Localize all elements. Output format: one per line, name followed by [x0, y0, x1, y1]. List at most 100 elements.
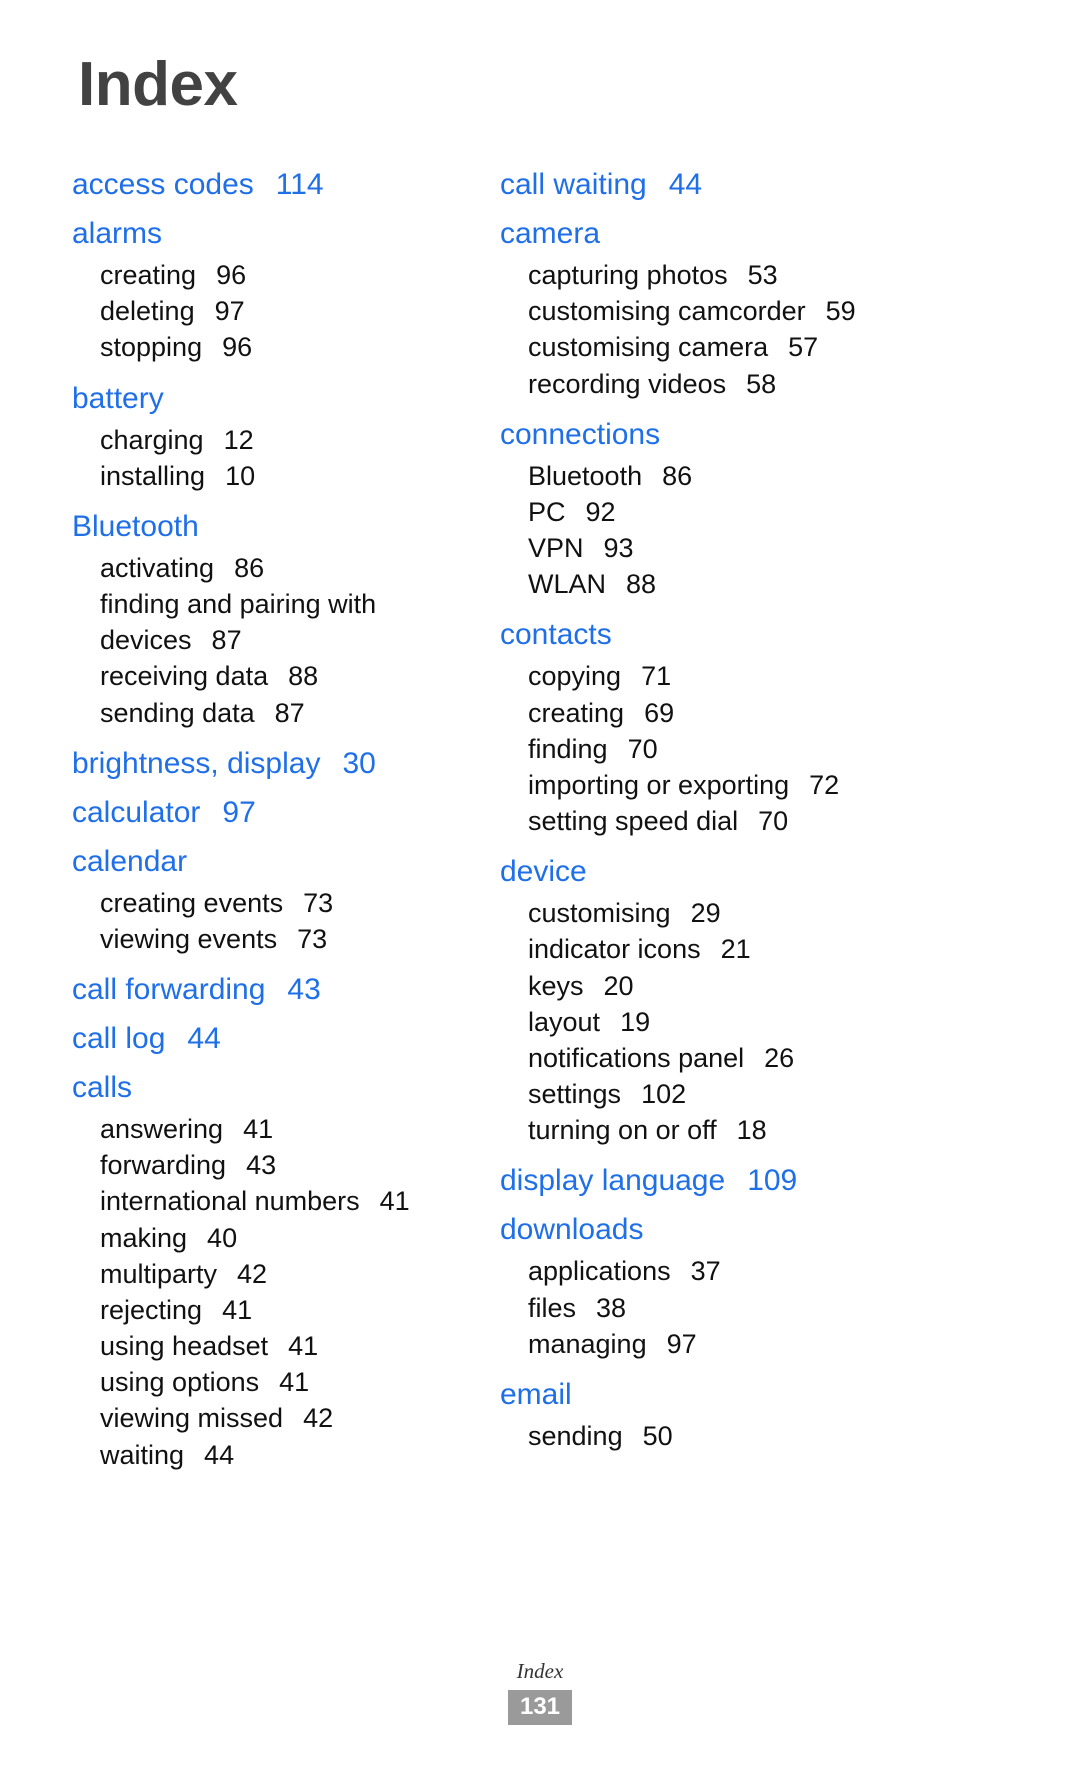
index-subentry[interactable]: stopping 96 [72, 329, 492, 365]
index-subentry[interactable]: answering 41 [72, 1111, 492, 1147]
index-subentry[interactable]: settings 102 [500, 1076, 920, 1112]
index-entry-label: calculator [72, 795, 201, 829]
index-entry-heading[interactable]: Bluetooth [72, 504, 492, 549]
index-subentry-page: 57 [788, 332, 819, 363]
index-subentry[interactable]: files 38 [500, 1290, 920, 1326]
index-subentry[interactable]: viewing events 73 [72, 921, 492, 957]
index-subentry[interactable]: WLAN 88 [500, 566, 920, 602]
index-subentry-list: applications 37 files 38 managing 97 [500, 1253, 920, 1362]
index-entry-heading[interactable]: downloads [500, 1207, 920, 1252]
index-subentry-page: 86 [662, 460, 693, 491]
index-subentry-label: deleting [100, 296, 195, 327]
index-subentry-list: charging 12 installing 10 [72, 422, 492, 494]
index-subentry[interactable]: creating 96 [72, 257, 492, 293]
index-subentry-page: 29 [690, 898, 721, 929]
index-group: display language 109 [500, 1158, 920, 1203]
page-footer: Index 131 [0, 1659, 1080, 1725]
index-subentry-label: using options [100, 1367, 260, 1398]
index-subentry[interactable]: receiving data 88 [72, 658, 492, 694]
index-subentry[interactable]: sending 50 [500, 1418, 920, 1454]
index-subentry[interactable]: customising camera 57 [500, 329, 920, 365]
index-subentry[interactable]: forwarding 43 [72, 1147, 492, 1183]
index-subentry[interactable]: setting speed dial 70 [500, 803, 920, 839]
index-entry-label: Bluetooth [72, 509, 199, 543]
index-subentry-page: 87 [274, 697, 305, 728]
index-subentry[interactable]: using options 41 [72, 1364, 492, 1400]
index-subentry[interactable]: making 40 [72, 1220, 492, 1256]
index-subentry[interactable]: managing 97 [500, 1326, 920, 1362]
index-subentry[interactable]: international numbers 41 [72, 1183, 492, 1219]
index-entry-label: call forwarding [72, 973, 266, 1007]
index-subentry-page: 72 [809, 769, 840, 800]
index-entry-heading[interactable]: device [500, 849, 920, 894]
index-subentry[interactable]: multiparty 42 [72, 1256, 492, 1292]
index-subentry[interactable]: activating 86 [72, 550, 492, 586]
index-entry-heading[interactable]: calendar [72, 839, 492, 884]
index-subentry[interactable]: capturing photos 53 [500, 257, 920, 293]
index-subentry[interactable]: viewing missed 42 [72, 1400, 492, 1436]
index-entry-heading[interactable]: camera [500, 211, 920, 256]
index-entry-heading[interactable]: contacts [500, 612, 920, 657]
index-subentry-label: keys [528, 970, 584, 1001]
index-subentry[interactable]: copying 71 [500, 658, 920, 694]
index-entry-heading[interactable]: call forwarding 43 [72, 967, 492, 1012]
index-subentry[interactable]: installing 10 [72, 458, 492, 494]
index-subentry-label: indicator icons [528, 934, 701, 965]
index-subentry-label: sending data [100, 697, 255, 728]
index-subentry[interactable]: Bluetooth 86 [500, 458, 920, 494]
index-subentry-label: files [528, 1292, 577, 1323]
index-subentry-label: layout [528, 1006, 601, 1037]
index-subentry-list: Bluetooth 86 PC 92 VPN 93 WLAN 88 [500, 458, 920, 603]
index-entry-label: call log [72, 1022, 166, 1056]
index-subentry[interactable]: notifications panel 26 [500, 1040, 920, 1076]
index-subentry[interactable]: keys 20 [500, 968, 920, 1004]
index-subentry[interactable]: VPN 93 [500, 530, 920, 566]
index-subentry[interactable]: customising 29 [500, 895, 920, 931]
index-entry-heading[interactable]: access codes 114 [72, 162, 492, 207]
index-entry-heading[interactable]: calls [72, 1065, 492, 1110]
index-subentry[interactable]: indicator icons 21 [500, 931, 920, 967]
index-subentry[interactable]: using headset 41 [72, 1328, 492, 1364]
index-entry-heading[interactable]: call waiting 44 [500, 162, 920, 207]
index-subentry-label: recording videos [528, 368, 727, 399]
index-entry-heading[interactable]: calculator 97 [72, 790, 492, 835]
index-subentry-page: 93 [603, 533, 634, 564]
index-entry-label: connections [500, 417, 661, 451]
index-subentry[interactable]: applications 37 [500, 1253, 920, 1289]
index-subentry-page: 41 [222, 1294, 253, 1325]
index-entry-label: battery [72, 381, 164, 415]
index-subentry[interactable]: recording videos 58 [500, 366, 920, 402]
index-entry-heading[interactable]: email [500, 1372, 920, 1417]
index-subentry[interactable]: finding 70 [500, 731, 920, 767]
index-entry-heading[interactable]: brightness, display 30 [72, 741, 492, 786]
index-entry-heading[interactable]: battery [72, 376, 492, 421]
index-entry-heading[interactable]: connections [500, 412, 920, 457]
index-entry-heading[interactable]: call log 44 [72, 1016, 492, 1061]
index-subentry[interactable]: importing or exporting 72 [500, 767, 920, 803]
index-group: calls answering 41 forwarding 43 internationa… [72, 1065, 492, 1473]
index-subentry-label: capturing photos [528, 260, 728, 290]
index-subentry[interactable]: PC 92 [500, 494, 920, 530]
index-subentry-page: 12 [223, 424, 254, 455]
index-group: device customising 29 indicator icons 21 keys… [500, 849, 920, 1148]
index-subentry[interactable]: sending data 87 [72, 695, 492, 731]
index-subentry-label: sending [528, 1420, 623, 1451]
index-subentry-page: 73 [297, 923, 328, 954]
index-subentry-label: copying [528, 661, 622, 692]
index-entry-heading[interactable]: alarms [72, 211, 492, 256]
index-subentry[interactable]: rejecting 41 [72, 1292, 492, 1328]
index-subentry-page: 19 [620, 1006, 651, 1037]
index-subentry[interactable]: deleting 97 [72, 293, 492, 329]
index-subentry[interactable]: customising camcorder 59 [500, 293, 920, 329]
index-entry-heading[interactable]: display language 109 [500, 1158, 920, 1203]
index-entry-label: brightness, display [72, 746, 321, 780]
index-subentry-page: 92 [585, 496, 616, 527]
index-subentry[interactable]: creating events 73 [72, 885, 492, 921]
index-subentry[interactable]: turning on or off 18 [500, 1112, 920, 1148]
index-subentry[interactable]: waiting 44 [72, 1437, 492, 1473]
index-subentry[interactable]: finding and pairing with devices 87 [72, 586, 492, 658]
index-entry-label: email [500, 1377, 572, 1411]
index-subentry[interactable]: layout 19 [500, 1004, 920, 1040]
index-subentry[interactable]: charging 12 [72, 422, 492, 458]
index-subentry[interactable]: creating 69 [500, 695, 920, 731]
